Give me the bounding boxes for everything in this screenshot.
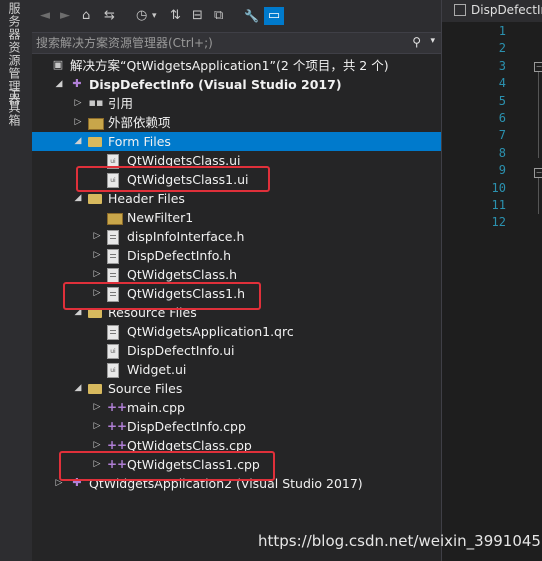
line-number: 4	[498, 76, 506, 91]
line-number: 3	[498, 58, 506, 73]
watermark: https://blog.csdn.net/weixin_39910452	[258, 532, 542, 550]
tree-item-label: 外部依赖项	[108, 115, 171, 130]
ui-file-icon: ui	[107, 363, 119, 378]
tree-item[interactable]: ▷ 外部依赖项	[32, 113, 441, 132]
cpp-file-icon: ++	[107, 400, 128, 414]
tree-item[interactable]: NewFilter1	[32, 208, 441, 227]
filter-folder-icon	[88, 384, 102, 394]
line-number: 1	[498, 24, 506, 38]
highlight-box	[63, 282, 261, 310]
collapsed-arrow-icon[interactable]: ▷	[72, 94, 84, 113]
switch-views-icon[interactable]: ⇆	[104, 7, 115, 25]
search-icon[interactable]: ⚲	[412, 35, 421, 49]
highlight-box	[59, 451, 275, 481]
show-all-files-icon[interactable]: ⧉	[214, 7, 223, 25]
search-input[interactable]	[36, 34, 396, 51]
tree-item[interactable]: ◢ Form Files	[32, 132, 441, 151]
line-number: 2	[498, 41, 506, 56]
header-file-icon	[107, 268, 119, 283]
collapsed-arrow-icon[interactable]: ▷	[91, 398, 103, 417]
solution-icon: ▣	[52, 58, 64, 71]
tree-item[interactable]: ui Widget.ui	[32, 360, 441, 379]
fold-guide	[538, 72, 539, 158]
line-number: 6	[498, 111, 506, 125]
toolbox-tab[interactable]: 工具箱	[6, 88, 23, 127]
header-file-icon	[107, 230, 119, 245]
collapse-all-icon[interactable]: ⊟	[192, 7, 203, 25]
line-number: 8	[498, 145, 506, 160]
tree-item[interactable]: ▷ ++ main.cpp	[32, 398, 441, 417]
fold-toggle-icon[interactable]: −	[534, 168, 542, 178]
line-number: 12	[491, 215, 506, 230]
tree-item[interactable]: ▷ ++ DispDefectInfo.cpp	[32, 417, 441, 436]
tree-item-label: DispDefectInfo.ui	[127, 343, 235, 358]
tree-item-label: DispDefectInfo (Visual Studio 2017)	[89, 77, 342, 92]
header-file-icon	[107, 249, 119, 264]
side-tool-strip: 服务器资源管理器 工具箱	[0, 0, 32, 561]
search-bar: ⚲ ▾	[32, 32, 441, 54]
tree-item[interactable]: ◢ ✚ DispDefectInfo (Visual Studio 2017)	[32, 75, 441, 94]
tree-item-label: main.cpp	[127, 400, 185, 415]
tree-item[interactable]: ▷ ▪▪ 引用	[32, 94, 441, 113]
solution-explorer-toolbar: ◄ ► ⌂ ⇆ ◷ ▾ ⇅ ⊟ ⧉ 🔧 ▭	[32, 0, 441, 32]
cpp-file-icon: ++	[107, 419, 128, 433]
tree-item-label: dispInfoInterface.h	[127, 229, 245, 244]
tree-item-label: QtWidgetsApplication1.qrc	[127, 324, 294, 339]
tree-item-label: Widget.ui	[127, 362, 187, 377]
qrc-file-icon	[107, 325, 119, 340]
chevron-down-icon[interactable]: ▾	[152, 7, 157, 25]
expanded-arrow-icon[interactable]: ◢	[72, 379, 84, 398]
line-number: 7	[498, 128, 506, 143]
tree-item-label: Source Files	[108, 381, 183, 396]
editor-tab[interactable]: DispDefectInfo	[442, 0, 542, 22]
fold-guide	[538, 178, 539, 214]
search-options-chevron-icon[interactable]: ▾	[430, 36, 435, 46]
preview-icon[interactable]: ▭	[264, 7, 284, 25]
collapsed-arrow-icon[interactable]: ▷	[91, 227, 103, 246]
tree-item-label: Form Files	[108, 134, 171, 149]
sync-icon[interactable]: ⇅	[170, 7, 181, 25]
filter-folder-icon	[88, 194, 102, 204]
collapsed-arrow-icon[interactable]: ▷	[72, 113, 84, 132]
line-number: 11	[491, 198, 506, 212]
tree-item[interactable]: ◢ Source Files	[32, 379, 441, 398]
filter-folder-icon	[88, 137, 102, 147]
fold-toggle-icon[interactable]: −	[534, 62, 542, 72]
line-number: 9	[498, 163, 506, 178]
tree-item-label: NewFilter1	[127, 210, 194, 225]
forward-icon[interactable]: ►	[60, 7, 70, 25]
external-deps-icon	[88, 118, 104, 130]
references-icon: ▪▪	[88, 96, 104, 109]
solution-explorer-panel: ◄ ► ⌂ ⇆ ◷ ▾ ⇅ ⊟ ⧉ 🔧 ▭ ⚲ ▾ ▣ 解决方案“QtWidget…	[32, 0, 441, 561]
expanded-arrow-icon[interactable]: ◢	[53, 75, 65, 94]
line-number: 5	[498, 93, 506, 108]
tree-item[interactable]: ▣ 解决方案“QtWidgetsApplication1”(2 个项目，共 2 个…	[32, 56, 441, 75]
tree-item[interactable]: QtWidgetsApplication1.qrc	[32, 322, 441, 341]
collapsed-arrow-icon[interactable]: ▷	[91, 246, 103, 265]
pending-changes-icon[interactable]: ◷	[136, 7, 147, 25]
ui-file-icon: ui	[107, 344, 119, 359]
highlight-box	[76, 166, 270, 192]
tree-item[interactable]: ui DispDefectInfo.ui	[32, 341, 441, 360]
project-icon: ✚	[72, 77, 82, 90]
tree-item[interactable]: ▷ dispInfoInterface.h	[32, 227, 441, 246]
back-icon[interactable]: ◄	[40, 7, 50, 25]
home-icon[interactable]: ⌂	[82, 7, 90, 25]
editor-tab-label: DispDefectInfo	[471, 3, 542, 17]
line-number: 10	[491, 180, 506, 195]
tree-item[interactable]: ▷ DispDefectInfo.h	[32, 246, 441, 265]
file-icon	[454, 4, 466, 16]
tree-item-label: 引用	[108, 96, 134, 111]
tree-item-label: 解决方案“QtWidgetsApplication1”(2 个项目，共 2 个)	[70, 58, 389, 73]
folder-icon	[107, 213, 123, 225]
expanded-arrow-icon[interactable]: ◢	[72, 132, 84, 151]
tree-item-label: DispDefectInfo.cpp	[127, 419, 246, 434]
properties-wrench-icon[interactable]: 🔧	[244, 7, 259, 25]
code-editor: DispDefectInfo 123456789101112 − −	[441, 0, 542, 561]
collapsed-arrow-icon[interactable]: ▷	[91, 417, 103, 436]
tree-item-label: DispDefectInfo.h	[127, 248, 232, 263]
